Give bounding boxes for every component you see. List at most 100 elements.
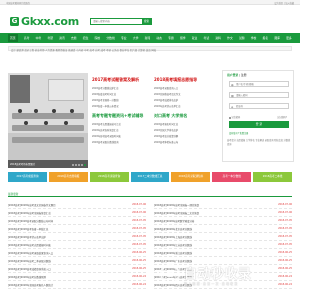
nav-item[interactable]: 留学 xyxy=(180,36,186,40)
register-link[interactable]: 没有账号? 免费注册 xyxy=(229,131,248,135)
list-item[interactable]: [2018高考]2018年浙江高考分数线 2018-06-25 xyxy=(154,249,292,257)
news-link[interactable]: 2018高考录取分数线查询 xyxy=(92,140,119,144)
nav-item[interactable]: 招生 xyxy=(83,36,89,40)
login-tab[interactable]: 用户登录 xyxy=(227,73,238,77)
nav-item[interactable]: 学校 xyxy=(251,36,257,40)
news-link[interactable]: 2018高考分数线出炉汇总 xyxy=(92,86,119,90)
register-tab[interactable]: | 注册 xyxy=(238,73,246,77)
list-item-title[interactable]: [2018高考]2018年上海高考分数线 xyxy=(154,235,264,239)
nav-item[interactable]: 试题 xyxy=(239,36,245,40)
list-item[interactable]: [2018高考]2018年高考语文全国卷作文题目 2018-07-06 xyxy=(8,201,146,209)
list-item[interactable]: [2018高考]2018高考各省一本线汇总 2018-07-05 xyxy=(8,225,146,233)
news-link[interactable]: 2018年高考各科答案汇总 xyxy=(92,128,119,132)
quick-tile[interactable]: 2018高考二本线 xyxy=(253,172,293,182)
news-headline[interactable]: 2018高考填报志愿指导 xyxy=(154,77,197,83)
list-item-title[interactable]: [2018高考]2018年高考分数线预测 xyxy=(8,275,118,279)
nav-item[interactable]: 分数线 xyxy=(106,36,114,40)
list-item[interactable]: [2018高考]2018年高考数学难度分析 2018-07-05 xyxy=(154,217,292,225)
nav-item[interactable]: 高考 xyxy=(24,36,30,40)
list-item[interactable]: [2018高考]2018年高考全国卷答案汇总 2018-07-06 xyxy=(8,209,146,217)
sub-nav-links[interactable]: 会计 建造师 造价工程 执业药师 人力资源 教师资格证 普通话 小升初 中考 高… xyxy=(11,48,156,52)
captcha-input[interactable] xyxy=(236,104,288,109)
nav-item[interactable]: 动态 xyxy=(156,36,162,40)
nav-item[interactable]: 资料 xyxy=(215,36,221,40)
news-link[interactable]: 2018高考志愿填报技巧汇总 xyxy=(92,122,121,126)
news-headline[interactable]: 对口高考 大学排名 xyxy=(154,113,187,119)
nav-item[interactable]: 更多 xyxy=(286,36,292,40)
nav-item[interactable]: 院校 xyxy=(95,36,101,40)
nav-item[interactable]: 报名 xyxy=(263,36,269,40)
news-headline[interactable]: 高考专题专题资讯+考试辅导 xyxy=(92,113,143,118)
nav-item[interactable]: 图库 xyxy=(274,36,280,40)
password-input[interactable] xyxy=(236,93,288,98)
nav-item[interactable]: 中考 xyxy=(36,36,42,40)
news-link[interactable]: 2018年各地高考录取时间表 xyxy=(92,134,121,138)
login-button[interactable]: 登 录 xyxy=(229,121,289,128)
nav-item[interactable]: 资讯 xyxy=(59,36,65,40)
banner-carousel[interactable]: 2018高考考场布置图片 xyxy=(8,73,88,168)
carousel-dot[interactable] xyxy=(72,163,74,166)
remember-me[interactable]: 记住密码 xyxy=(229,115,240,119)
quick-tile[interactable]: 2018高考志愿填报 xyxy=(48,172,88,182)
news-link[interactable]: 2018高考成绩排名出炉 xyxy=(154,98,178,102)
list-item-title[interactable]: [2018高考]2018高考录取分数线公布时间 xyxy=(8,219,118,223)
list-item-title[interactable]: [2018高考]2018年高考数学难度分析 xyxy=(154,219,264,223)
list-item[interactable]: [2018高考]2018年高考全国卷二文综答案 2018-07-06 xyxy=(154,209,292,217)
nav-item[interactable]: 就业 xyxy=(192,36,198,40)
list-item[interactable]: [2018高考]2018年高考录取结果查询入口 2018-06-25 xyxy=(8,249,146,257)
news-link[interactable]: 2018高考加分政策详解 xyxy=(154,134,178,138)
list-item-title[interactable]: [2018高考]2018年高考志愿填报时间表 xyxy=(8,243,118,247)
forgot-password-link[interactable]: 忘记密码? xyxy=(277,115,287,119)
list-item[interactable]: [2018高考]2018年全国高考报名人数统计 2018-06-24 xyxy=(8,281,146,289)
list-item-title[interactable]: [2018高考]2018年高考全国卷一理综答案 xyxy=(154,203,264,207)
list-item-title[interactable]: [2018高考]2018高考各省一本线汇总 xyxy=(8,227,118,231)
list-item-title[interactable]: [2018高考]2018年高考语文全国卷作文题目 xyxy=(8,203,118,207)
news-link[interactable]: 2018高考全国卷一分数线 xyxy=(92,98,119,102)
list-item[interactable]: [2018高考]2018年高考全国卷一理综答案 2018-07-06 xyxy=(154,201,292,209)
username-input[interactable] xyxy=(236,82,288,87)
list-item-title[interactable]: [2018高考]2018年高考全国卷二文综答案 xyxy=(154,211,264,215)
list-item[interactable]: [2018高考]2018高考状元名单出炉 2018-07-05 xyxy=(8,233,146,241)
news-link[interactable]: 2018高考报名时间汇总 xyxy=(154,122,178,126)
news-link[interactable]: 2018年高考状元名单汇总 xyxy=(154,104,181,108)
news-link[interactable]: 2018高考录取查询入口 xyxy=(154,86,178,90)
list-item-title[interactable]: [2018高考]2018年浙江高考分数线 xyxy=(154,251,264,255)
carousel-dot[interactable] xyxy=(81,163,83,166)
quick-links[interactable]: 高考查分 志愿填报 大学排名 专业解读 录取查询 院校信息 分数线查询 xyxy=(227,139,291,147)
list-item-title[interactable]: [2018高考]2018年北京高考分数线 xyxy=(154,227,264,231)
site-logo[interactable]: G Gkxx.com xyxy=(10,15,79,28)
carousel-dot[interactable] xyxy=(84,163,86,166)
list-item-title[interactable]: [2018高考]2018年高考二本录取分数线 xyxy=(8,259,118,263)
list-item-title[interactable]: [2018高考]2018年全国高考报名人数统计 xyxy=(8,283,118,287)
list-item[interactable]: [2018高考]2018年高考志愿填报时间表 2018-07-05 xyxy=(8,241,146,249)
list-item[interactable]: [2018高考]2018年高考二本录取分数线 2018-06-25 xyxy=(8,257,146,265)
search-input[interactable] xyxy=(91,19,143,25)
list-item[interactable]: [2018高考]2018年高考分数线预测 2018-06-24 xyxy=(8,273,146,281)
nav-item[interactable]: 专题 xyxy=(168,36,174,40)
nav-item[interactable]: 考试 xyxy=(204,36,210,40)
nav-item[interactable]: 志愿 xyxy=(71,36,77,40)
list-item[interactable]: [2018高考]2018年北京高考分数线 2018-07-05 xyxy=(154,225,292,233)
nav-item[interactable]: 专业 xyxy=(121,36,127,40)
list-item-title[interactable]: [2018高考]2018高考成绩查询系统入口 xyxy=(8,267,118,271)
quick-tile[interactable]: 2018高考录取通知书 xyxy=(171,172,211,182)
quick-tile[interactable]: 2018高考录取查询 xyxy=(89,172,129,182)
news-headline[interactable]: 2017高考试题答案及解析 xyxy=(92,77,139,82)
quick-tile[interactable]: 高考一本分数线 xyxy=(212,172,252,182)
quick-tile[interactable]: 2017二本分数线汇总 xyxy=(130,172,170,182)
news-link[interactable]: 2018各省一本线公布情况 xyxy=(92,104,119,108)
list-item-title[interactable]: [2018高考]2018年高考录取结果查询入口 xyxy=(8,251,118,255)
list-item-title[interactable]: [2018高考]2018高考状元名单出炉 xyxy=(8,235,118,239)
nav-item[interactable]: 大学 xyxy=(133,36,139,40)
list-item-title[interactable]: [2018高考]2018年江苏高考分数线 xyxy=(154,243,264,247)
quick-tile[interactable]: 2017高考成绩查询 xyxy=(8,172,47,182)
search-button[interactable]: 搜索 xyxy=(142,19,151,25)
nav-item[interactable]: 作文 xyxy=(227,36,233,40)
carousel-dot[interactable] xyxy=(75,163,77,166)
news-link[interactable]: 2018全国大学排名出炉 xyxy=(154,128,178,132)
list-item[interactable]: [2018高考]2018年江苏高考分数线 2018-07-05 xyxy=(154,241,292,249)
list-item[interactable]: [2018高考]2018高考录取分数线公布时间 2018-07-05 xyxy=(8,217,146,225)
news-link[interactable]: 2018各省高考时间汇总 xyxy=(92,92,116,96)
list-item-title[interactable]: [2018高考]2018年高考全国卷答案汇总 xyxy=(8,211,118,215)
news-link[interactable]: 2018高考体检标准公布 xyxy=(154,140,178,144)
